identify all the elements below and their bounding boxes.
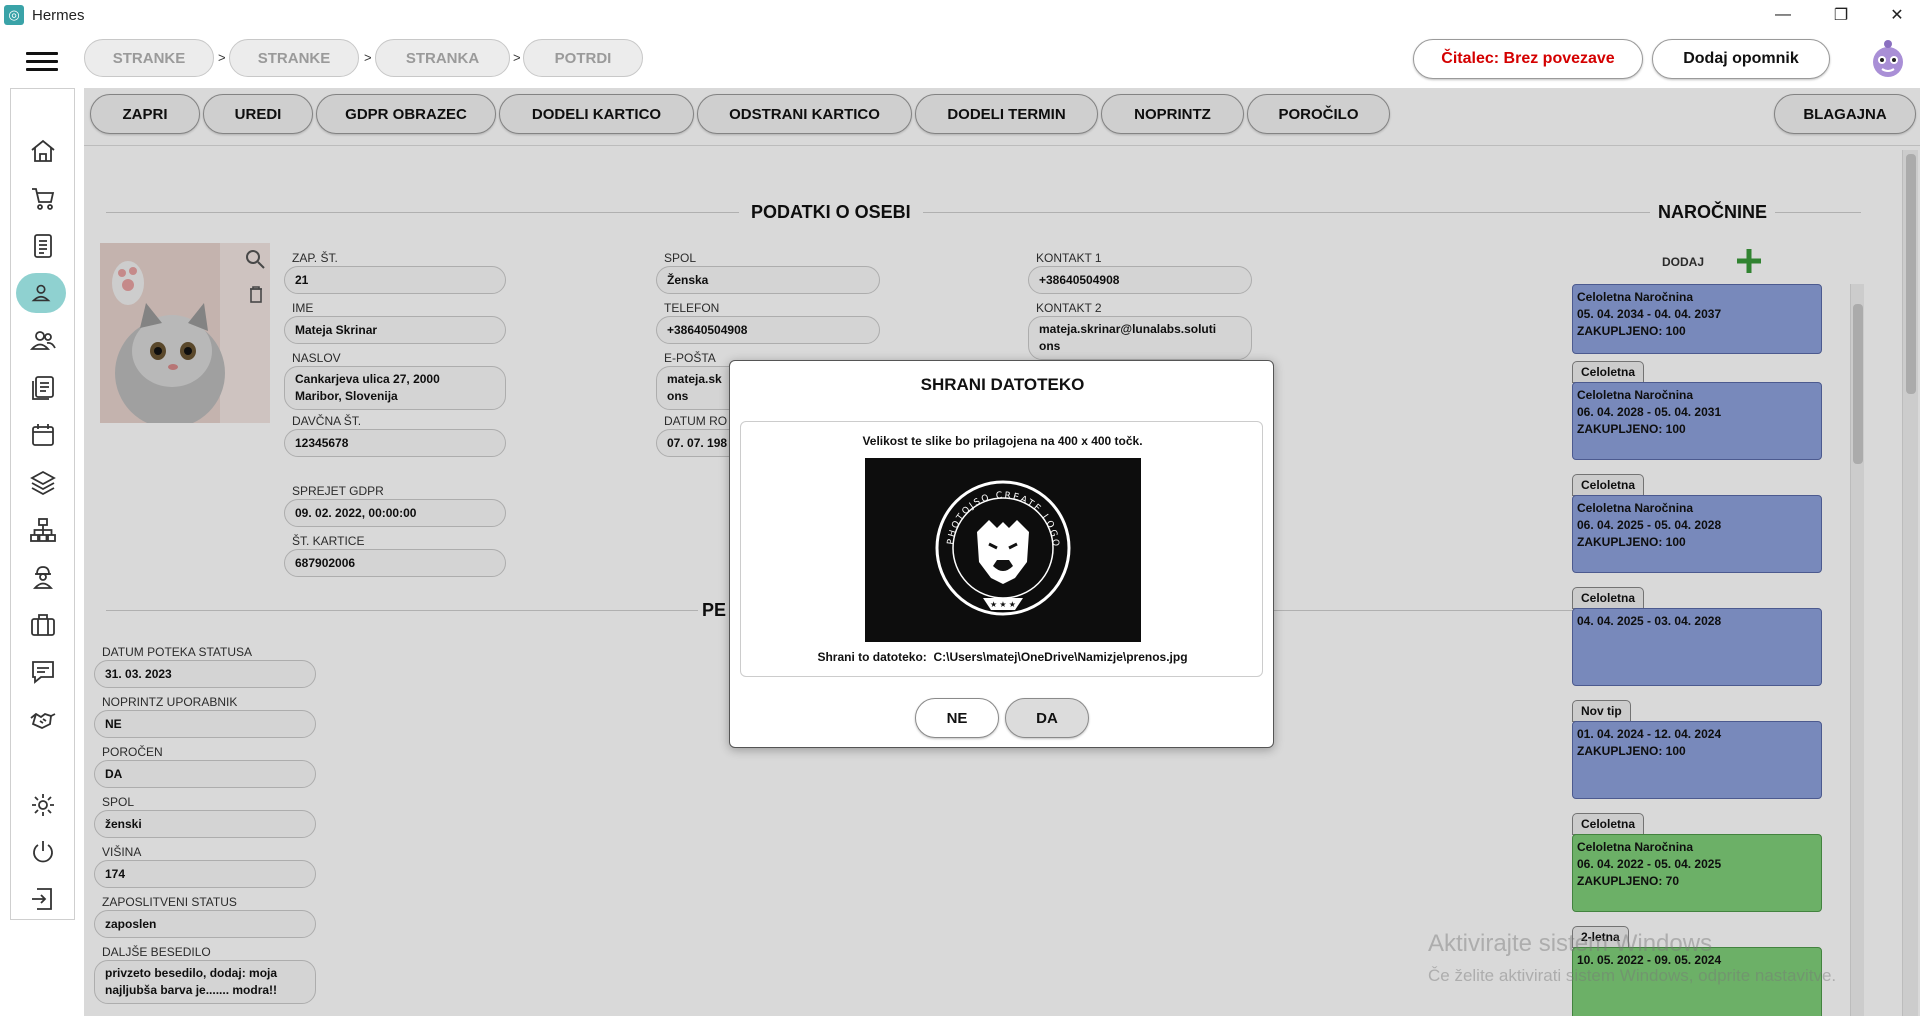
home-icon[interactable] bbox=[25, 133, 61, 169]
dialog-title: SHRANI DATOTEKO bbox=[920, 375, 1085, 394]
save-file-dialog: SHRANI DATOTEKO Velikost te slike bo pri… bbox=[729, 360, 1274, 748]
activation-watermark-title: Aktivirajte sistem Windows bbox=[1428, 930, 1713, 957]
settings-icon[interactable] bbox=[25, 787, 61, 823]
reader-status-button[interactable]: Čitalec: Brez povezave bbox=[1413, 39, 1643, 79]
app-icon: ◎ bbox=[4, 5, 24, 25]
window-titlebar: ◎ Hermes — ❐ ✕ bbox=[0, 0, 1920, 30]
breadcrumb-item[interactable]: POTRDI bbox=[523, 39, 643, 77]
restore-button[interactable]: ❐ bbox=[1818, 0, 1864, 30]
minimize-button[interactable]: — bbox=[1760, 0, 1806, 30]
hierarchy-icon[interactable] bbox=[25, 512, 61, 548]
close-window-button[interactable]: ✕ bbox=[1874, 0, 1920, 30]
yes-button[interactable]: DA bbox=[1005, 698, 1089, 738]
sidebar bbox=[10, 88, 75, 920]
logout-icon[interactable] bbox=[25, 881, 61, 917]
file-path: C:\Users\matej\OneDrive\Namizje\prenos.j… bbox=[933, 650, 1188, 664]
breadcrumb-item[interactable]: STRANKE bbox=[229, 39, 359, 77]
activation-watermark-subtitle: Če želite aktivirati sistem Windows, odp… bbox=[1428, 966, 1837, 985]
layers-icon[interactable] bbox=[25, 464, 61, 500]
handshake-icon[interactable] bbox=[25, 702, 61, 738]
people-icon[interactable] bbox=[25, 322, 61, 358]
dialog-body: Velikost te slike bo prilagojena na 400 … bbox=[740, 421, 1263, 677]
save-path: Shrani to datoteko: C:\Users\matej\OneDr… bbox=[817, 650, 1188, 664]
chat-icon[interactable] bbox=[25, 654, 61, 690]
breadcrumb-separator: > bbox=[513, 50, 521, 65]
power-icon[interactable] bbox=[25, 834, 61, 870]
breadcrumb-separator: > bbox=[364, 50, 372, 65]
worker-icon[interactable] bbox=[25, 559, 61, 595]
cart-icon[interactable] bbox=[25, 180, 61, 216]
person-icon[interactable] bbox=[16, 273, 66, 313]
image-preview: PHOTOJSO CREATE LOGO ONLINE ★ ★ ★ bbox=[865, 458, 1141, 642]
briefcase-icon[interactable] bbox=[25, 607, 61, 643]
breadcrumb-item[interactable]: STRANKA bbox=[375, 39, 510, 77]
svg-text:★ ★ ★: ★ ★ ★ bbox=[990, 600, 1016, 609]
no-button[interactable]: NE bbox=[915, 698, 999, 738]
menu-icon[interactable] bbox=[26, 52, 58, 72]
document-icon[interactable] bbox=[25, 228, 61, 264]
calendar-icon[interactable] bbox=[25, 417, 61, 453]
top-bar: STRANKE > STRANKE > STRANKA > POTRDI Čit… bbox=[0, 30, 1920, 88]
breadcrumb-item[interactable]: STRANKE bbox=[84, 39, 214, 77]
window-title: Hermes bbox=[32, 6, 85, 24]
user-avatar-icon[interactable] bbox=[1866, 36, 1910, 80]
list-icon[interactable] bbox=[25, 369, 61, 405]
dialog-message: Velikost te slike bo prilagojena na 400 … bbox=[862, 434, 1143, 448]
breadcrumb-separator: > bbox=[218, 50, 226, 65]
add-reminder-button[interactable]: Dodaj opomnik bbox=[1652, 39, 1830, 79]
